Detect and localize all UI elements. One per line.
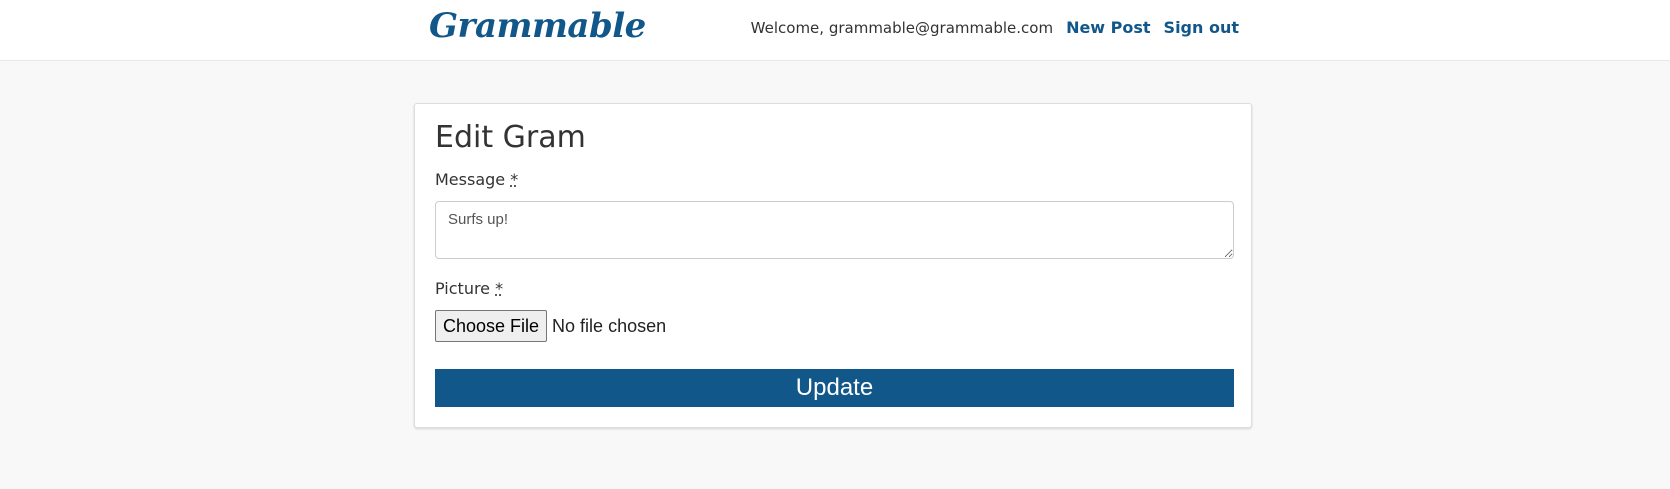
required-marker: * [495, 279, 504, 298]
sign-out-link[interactable]: Sign out [1164, 18, 1239, 37]
update-button[interactable]: Update [435, 369, 1234, 407]
message-label-text: Message [435, 170, 506, 189]
message-label: Message * [435, 170, 518, 189]
top-navbar: Grammable Welcome, grammable@grammable.c… [0, 0, 1670, 61]
picture-label: Picture * [435, 279, 503, 298]
file-status-text: No file chosen [552, 315, 667, 336]
edit-gram-card: Edit Gram Message * Surfs up! Picture * … [414, 103, 1252, 428]
file-input: Choose File No file chosen [435, 310, 666, 342]
page-title: Edit Gram [435, 120, 586, 155]
new-post-link[interactable]: New Post [1066, 18, 1150, 37]
required-marker: * [510, 170, 519, 189]
message-textarea[interactable]: Surfs up! [435, 201, 1234, 259]
nav-right: Welcome, grammable@grammable.com New Pos… [751, 18, 1239, 37]
welcome-text: Welcome, grammable@grammable.com [750, 18, 1054, 37]
picture-label-text: Picture [435, 279, 491, 298]
brand-logo[interactable]: Grammable [429, 6, 646, 46]
choose-file-button[interactable]: Choose File [435, 310, 548, 342]
